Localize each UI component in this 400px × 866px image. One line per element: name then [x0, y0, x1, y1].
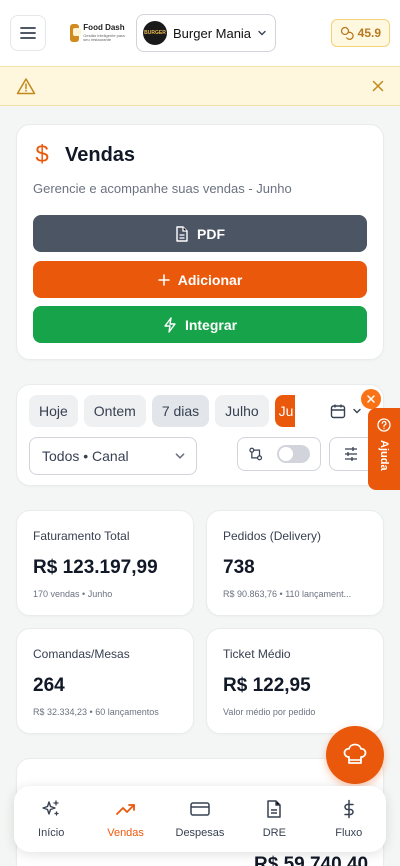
- summary-value: R$ 59.740,40: [254, 854, 369, 866]
- sales-header-card: $ Vendas Gerencie e acompanhe suas venda…: [16, 124, 384, 360]
- nav-item-cashflow[interactable]: Fluxo: [314, 799, 384, 839]
- chip-today[interactable]: Hoje: [29, 395, 78, 427]
- nav-item-home[interactable]: Início: [16, 799, 86, 839]
- chip-july[interactable]: Julho: [215, 395, 269, 427]
- brand-tagline: Gestão inteligente para seu restaurante: [83, 33, 125, 42]
- compare-toggle-box[interactable]: [237, 437, 321, 471]
- dollar-icon: [344, 799, 354, 819]
- menu-button[interactable]: [10, 15, 46, 51]
- nav-label: Despesas: [175, 827, 225, 839]
- help-icon: [377, 418, 391, 432]
- pdf-label: PDF: [197, 225, 225, 242]
- filter-settings-button[interactable]: [329, 437, 371, 471]
- metric-label: Faturamento Total: [33, 529, 130, 543]
- metric-card-tables: Comandas/Mesas 264 R$ 32.334,23 • 60 lan…: [16, 628, 194, 734]
- compare-arrows-icon: [249, 447, 263, 461]
- nav-label: DRE: [262, 827, 286, 839]
- metric-subtext: R$ 90.863,76 • 110 lançament...: [223, 589, 352, 599]
- metric-label: Pedidos (Delivery): [223, 529, 322, 543]
- hamburger-icon: [20, 27, 36, 39]
- chevron-down-icon: [258, 30, 266, 36]
- food-dash-logo-icon: [70, 24, 82, 42]
- page-title: Vendas: [65, 143, 136, 166]
- nav-label: Fluxo: [335, 827, 363, 839]
- metric-subtext: R$ 32.334,23 • 60 lançamentos: [33, 707, 159, 717]
- brand-logo: Food Dash Gestão inteligente para seu re…: [70, 24, 130, 42]
- metric-value: R$ 123.197,99: [33, 557, 158, 578]
- chef-assistant-button[interactable]: [326, 726, 384, 784]
- chip-june[interactable]: Ju: [274, 395, 295, 427]
- metric-label: Comandas/Mesas: [33, 647, 130, 661]
- integrate-button[interactable]: Integrar: [33, 306, 367, 343]
- metric-value: 264: [33, 675, 65, 696]
- chevron-down-icon: [353, 408, 361, 414]
- sparkles-icon: [42, 800, 59, 816]
- chevron-down-icon: [175, 453, 185, 459]
- close-icon[interactable]: [372, 80, 384, 92]
- chef-hat-icon: [343, 743, 367, 764]
- nav-item-sales[interactable]: Vendas: [91, 799, 161, 839]
- trending-up-icon: [115, 804, 135, 815]
- calendar-icon: [330, 404, 346, 419]
- chip-7-days[interactable]: 7 dias: [151, 395, 210, 427]
- help-label: Ajuda: [378, 440, 390, 471]
- channel-value: Todos • Canal: [42, 448, 129, 464]
- coins-value: 45.9: [357, 26, 381, 40]
- coins-badge[interactable]: 45.9: [330, 19, 390, 47]
- brand-name: Food Dash: [83, 23, 125, 32]
- metric-label: Ticket Médio: [223, 647, 291, 661]
- plus-icon: [157, 273, 170, 286]
- clear-filter-button[interactable]: [361, 389, 381, 409]
- chip-yesterday[interactable]: Ontem: [83, 395, 146, 427]
- nav-item-dre[interactable]: DRE: [239, 799, 309, 839]
- document-icon: [267, 800, 282, 818]
- add-button[interactable]: Adicionar: [33, 261, 367, 298]
- integrate-label: Integrar: [184, 316, 238, 333]
- file-icon: [176, 225, 188, 242]
- filter-card: Hoje Ontem 7 dias Julho Ju Todos • Canal: [16, 384, 384, 486]
- store-selector[interactable]: BURGER Burger Mania: [136, 14, 276, 52]
- sliders-icon: [344, 447, 357, 461]
- nav-label: Início: [38, 827, 65, 839]
- nav-label: Vendas: [107, 827, 144, 839]
- page-subtitle: Gerencie e acompanhe suas vendas - Junho: [33, 181, 292, 196]
- card-icon: [190, 802, 210, 816]
- metric-value: 738: [223, 557, 255, 578]
- coins-icon: [340, 26, 354, 40]
- metric-subtext: 170 vendas • Junho: [33, 589, 113, 599]
- lightning-icon: [164, 316, 176, 333]
- store-name: Burger Mania: [173, 25, 252, 41]
- metric-subtext: Valor médio por pedido: [223, 707, 316, 717]
- dollar-icon: $: [35, 141, 49, 168]
- nav-item-expenses[interactable]: Despesas: [165, 799, 235, 839]
- warning-banner: [0, 66, 400, 106]
- metric-value: R$ 122,95: [223, 675, 311, 696]
- pdf-button[interactable]: PDF: [33, 215, 367, 252]
- app-header: Food Dash Gestão inteligente para seu re…: [0, 0, 400, 66]
- add-label: Adicionar: [177, 271, 243, 288]
- warning-icon: [16, 78, 36, 95]
- store-avatar: BURGER: [143, 21, 167, 45]
- compare-toggle[interactable]: [277, 445, 310, 463]
- help-tab[interactable]: Ajuda: [368, 408, 400, 490]
- close-icon: [367, 395, 375, 403]
- channel-select[interactable]: Todos • Canal: [29, 437, 197, 475]
- metric-card-ticket: Ticket Médio R$ 122,95 Valor médio por p…: [206, 628, 384, 734]
- metric-card-delivery: Pedidos (Delivery) 738 R$ 90.863,76 • 11…: [206, 510, 384, 616]
- metric-card-revenue: Faturamento Total R$ 123.197,99 170 vend…: [16, 510, 194, 616]
- bottom-navigation: Início Vendas Despesas DRE Fluxo: [14, 786, 386, 852]
